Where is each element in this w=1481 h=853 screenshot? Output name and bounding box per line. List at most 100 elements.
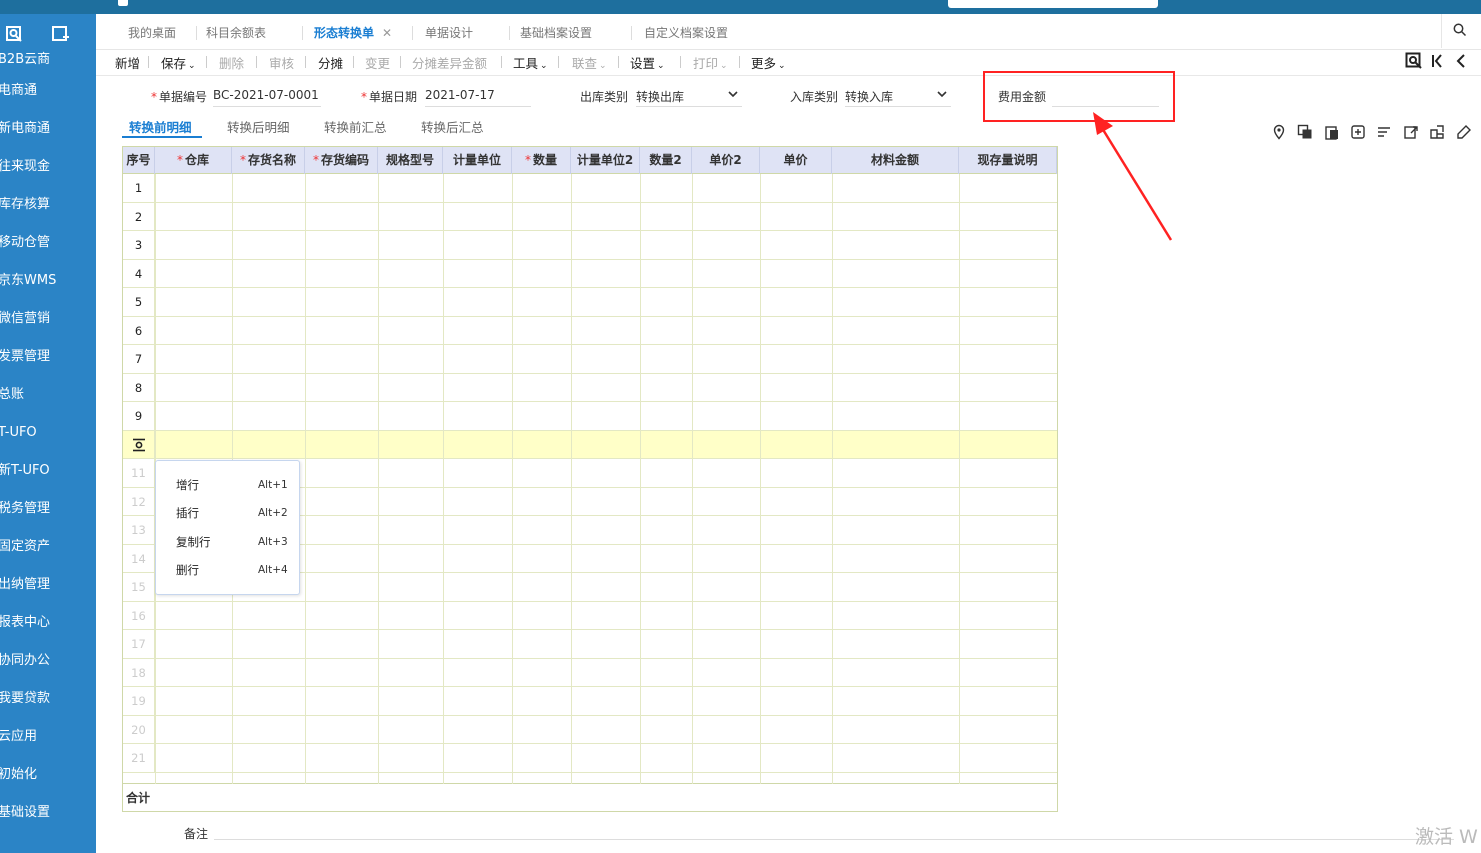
sidebar-item[interactable]: 协同办公 <box>0 642 96 680</box>
table-row[interactable]: 5 <box>123 288 1057 317</box>
sidebar-item[interactable]: 发票管理 <box>0 338 96 376</box>
grid-column-header[interactable]: 数量2 <box>640 147 692 174</box>
sidebar-item[interactable]: 新T-UFO <box>0 452 96 490</box>
sidebar-item[interactable]: 我要贷款 <box>0 680 96 718</box>
out-type-select[interactable]: 转换出库 <box>636 88 742 107</box>
sidebar-item[interactable]: 京东WMS <box>0 262 96 300</box>
sidebar-item[interactable]: 报表中心 <box>0 604 96 642</box>
close-tab-icon[interactable]: ✕ <box>382 26 392 40</box>
in-type-select[interactable]: 转换入库 <box>845 88 951 107</box>
sidebar-item[interactable]: 初始化 <box>0 756 96 794</box>
table-row[interactable]: 1 <box>123 174 1057 203</box>
insert-row-menu-item[interactable]: 插行 Alt+2 <box>156 499 301 527</box>
copy-icon[interactable] <box>1297 124 1313 140</box>
location-icon[interactable] <box>1271 124 1287 140</box>
previous-page-icon[interactable] <box>1452 52 1470 70</box>
tab-before-detail[interactable]: 转换前明细 <box>129 117 192 136</box>
grid-column-header[interactable]: 单价 <box>760 147 832 174</box>
sidebar-item[interactable]: 税务管理 <box>0 490 96 528</box>
query-menu[interactable]: 联查 ⌄ <box>572 53 607 72</box>
tab-search-button[interactable] <box>1441 14 1481 48</box>
copy-row-menu-item[interactable]: 复制行 Alt+3 <box>156 528 301 556</box>
chevron-down-icon[interactable] <box>728 91 738 99</box>
table-row[interactable]: 19 <box>123 687 1057 716</box>
grid-column-header[interactable]: 规格型号 <box>378 147 443 174</box>
sidebar-item[interactable]: 基础设置 <box>0 794 96 832</box>
search-doc-icon[interactable] <box>6 26 24 42</box>
sidebar-item[interactable]: B2B云商 <box>0 48 96 72</box>
grid-column-header[interactable]: 序号 <box>123 147 155 174</box>
sidebar-item[interactable]: 出纳管理 <box>0 566 96 604</box>
change-button[interactable]: 变更 <box>365 53 390 72</box>
chevron-down-icon[interactable] <box>937 91 947 99</box>
table-row[interactable]: 2 <box>123 202 1057 231</box>
search-doc-icon[interactable] <box>1405 52 1423 70</box>
import-icon[interactable] <box>1350 124 1366 140</box>
sidebar-item[interactable]: 移动仓管 <box>0 224 96 262</box>
grid-column-header[interactable]: 现存量说明 <box>959 147 1057 174</box>
row-settings-icon[interactable] <box>132 438 146 452</box>
tab-after-detail[interactable]: 转换后明细 <box>227 117 290 136</box>
add-row-menu-item[interactable]: 增行 Alt+1 <box>156 471 301 499</box>
sort-icon[interactable] <box>1376 124 1392 140</box>
table-row[interactable]: 17 <box>123 630 1057 659</box>
table-row[interactable]: 20 <box>123 715 1057 744</box>
paste-icon[interactable] <box>1324 124 1340 140</box>
grid-column-header[interactable]: 计量单位 <box>443 147 512 174</box>
first-page-icon[interactable] <box>1429 52 1447 70</box>
more-menu[interactable]: 更多 ⌄ <box>751 53 786 72</box>
table-row[interactable]: 7 <box>123 345 1057 374</box>
table-row[interactable]: 6 <box>123 316 1057 345</box>
grid-column-header[interactable]: * 存货编码 <box>305 147 378 174</box>
tab-desktop[interactable]: 我的桌面 <box>128 24 176 41</box>
sidebar-item[interactable]: 电商通 <box>0 72 96 110</box>
tools-menu[interactable]: 工具 ⌄ <box>513 53 548 72</box>
table-row[interactable] <box>123 430 1057 459</box>
sidebar-item[interactable]: 固定资产 <box>0 528 96 566</box>
table-row[interactable]: 16 <box>123 601 1057 630</box>
audit-button[interactable]: 审核 <box>269 53 294 72</box>
grid-column-header[interactable]: 材料金额 <box>832 147 959 174</box>
eraser-icon[interactable] <box>1456 124 1472 140</box>
tab-doc-design[interactable]: 单据设计 <box>425 24 473 41</box>
table-row[interactable]: 21 <box>123 744 1057 773</box>
allocate-button[interactable]: 分摊 <box>318 53 343 72</box>
doc-number-input[interactable]: BC-2021-07-0001 <box>213 88 321 107</box>
grid-column-header[interactable]: * 存货名称 <box>232 147 305 174</box>
doc-date-input[interactable]: 2021-07-17 <box>425 88 531 107</box>
table-row[interactable]: 9 <box>123 402 1057 431</box>
sidebar-item[interactable]: T-UFO <box>0 414 96 452</box>
table-row[interactable]: 3 <box>123 231 1057 260</box>
sidebar-item[interactable]: 总账 <box>0 376 96 414</box>
grid-column-header[interactable]: 单价2 <box>692 147 760 174</box>
grid-column-header[interactable]: * 仓库 <box>155 147 232 174</box>
tab-custom-archive[interactable]: 自定义档案设置 <box>644 24 728 41</box>
table-row[interactable]: 18 <box>123 658 1057 687</box>
grid-column-header[interactable]: * 数量 <box>512 147 571 174</box>
delete-button[interactable]: 删除 <box>219 53 244 72</box>
tab-form-conversion[interactable]: 形态转换单 ✕ <box>314 24 392 41</box>
grid-column-header[interactable]: 计量单位2 <box>571 147 640 174</box>
tab-account-balance[interactable]: 科目余额表 <box>206 24 266 41</box>
sidebar-item[interactable]: 云应用 <box>0 718 96 756</box>
tab-base-archive[interactable]: 基础档案设置 <box>520 24 592 41</box>
allocate-diff-button[interactable]: 分摊差异金额 <box>412 53 487 72</box>
sidebar-item[interactable]: 新电商通 <box>0 110 96 148</box>
remarks-input[interactable] <box>214 839 1454 840</box>
tab-after-summary[interactable]: 转换后汇总 <box>421 117 484 136</box>
settings-menu[interactable]: 设置 ⌄ <box>630 53 665 72</box>
new-button[interactable]: 新增 <box>115 53 140 72</box>
table-row[interactable]: 8 <box>123 373 1057 402</box>
save-button[interactable]: 保存 ⌄ <box>161 53 196 72</box>
sidebar-item[interactable]: 微信营销 <box>0 300 96 338</box>
print-menu[interactable]: 打印 ⌄ <box>693 53 728 72</box>
table-row[interactable]: 4 <box>123 259 1057 288</box>
add-shortcut-icon[interactable] <box>52 26 70 42</box>
export-icon[interactable] <box>1403 124 1419 140</box>
delete-row-menu-item[interactable]: 删行 Alt+4 <box>156 556 301 584</box>
layout-icon[interactable] <box>1429 124 1445 140</box>
tab-before-summary[interactable]: 转换前汇总 <box>324 117 387 136</box>
global-search-box[interactable] <box>948 0 1158 8</box>
sidebar-item[interactable]: 往来现金 <box>0 148 96 186</box>
sidebar-item[interactable]: 库存核算 <box>0 186 96 224</box>
